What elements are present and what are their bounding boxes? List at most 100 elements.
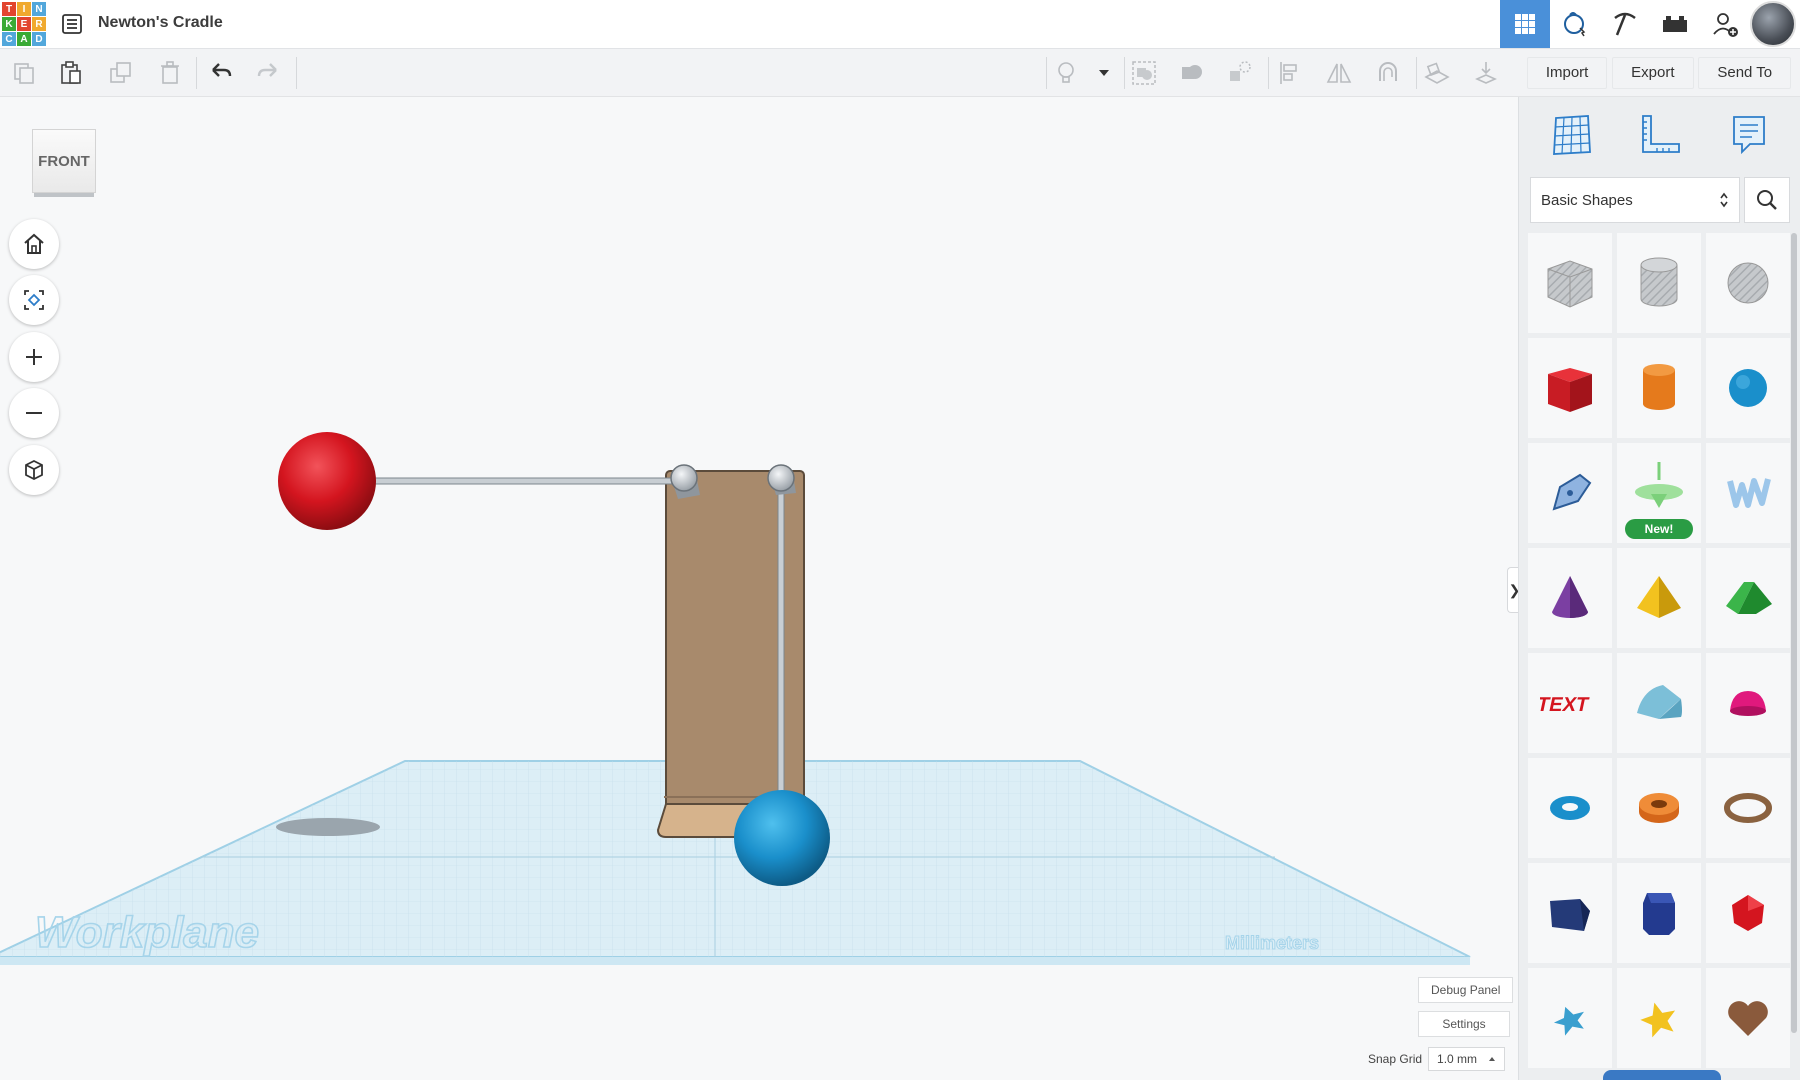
logo-letter: R bbox=[32, 17, 46, 31]
shape-box-hole[interactable] bbox=[1528, 233, 1612, 333]
wooden-stand[interactable] bbox=[656, 470, 810, 838]
dropdown-caret-icon[interactable] bbox=[1088, 57, 1120, 89]
view-cube[interactable]: FRONT bbox=[32, 129, 96, 193]
logo-letter: A bbox=[17, 32, 31, 46]
red-ball-string bbox=[371, 477, 677, 485]
blue-sphere[interactable] bbox=[734, 790, 830, 886]
shape-heart[interactable] bbox=[1706, 968, 1790, 1068]
shape-spinner[interactable]: New! bbox=[1617, 443, 1701, 543]
red-sphere[interactable] bbox=[278, 432, 376, 530]
shape-polygon[interactable] bbox=[1617, 863, 1701, 963]
shape-box[interactable] bbox=[1528, 338, 1612, 438]
notes-icon[interactable] bbox=[1726, 112, 1772, 163]
logo-letter: I bbox=[17, 2, 31, 16]
shape-scribble[interactable] bbox=[1528, 443, 1612, 543]
bricks-icon[interactable] bbox=[1650, 0, 1700, 48]
shape-cone[interactable] bbox=[1528, 548, 1612, 648]
red-ball-shadow bbox=[276, 818, 380, 836]
panel-bottom-button[interactable] bbox=[1603, 1070, 1721, 1080]
scene: Workplane Millimeters bbox=[0, 432, 1471, 965]
shape-wedge[interactable] bbox=[1528, 863, 1612, 963]
shape-sphere-hole[interactable] bbox=[1706, 233, 1790, 333]
logo-letter: C bbox=[2, 32, 16, 46]
shape-generator-text[interactable] bbox=[1706, 443, 1790, 543]
home-icon bbox=[24, 233, 44, 254]
shape-sphere[interactable] bbox=[1706, 338, 1790, 438]
avatar[interactable] bbox=[1750, 1, 1796, 47]
settings-button[interactable]: Settings bbox=[1418, 1011, 1510, 1037]
3d-viewport[interactable]: Workplane Millimeters FRONT Debug Panel … bbox=[0, 97, 1518, 1080]
logo-letter: N bbox=[32, 2, 46, 16]
shape-icosahedron[interactable] bbox=[1706, 863, 1790, 963]
ungroup-icon[interactable] bbox=[1224, 57, 1256, 89]
cube-icon bbox=[25, 459, 43, 481]
shape-star-flat[interactable] bbox=[1528, 968, 1612, 1068]
logo-letter: K bbox=[2, 17, 16, 31]
hand-sim-icon[interactable] bbox=[1550, 0, 1600, 48]
home-view-button[interactable] bbox=[9, 219, 59, 269]
shape-tube[interactable] bbox=[1617, 758, 1701, 858]
toolbar-divider bbox=[1046, 57, 1047, 89]
debug-panel-button[interactable]: Debug Panel bbox=[1418, 977, 1514, 1003]
shape-search-button[interactable] bbox=[1744, 177, 1790, 223]
tinkercad-logo[interactable]: T I N K E R C A D bbox=[2, 2, 46, 46]
shape-pyramid[interactable] bbox=[1617, 548, 1701, 648]
toolbar-divider bbox=[296, 57, 297, 89]
shape-category-select[interactable]: Basic Shapes bbox=[1530, 177, 1740, 223]
copy-icon[interactable] bbox=[8, 57, 40, 89]
units-label: Millimeters bbox=[1225, 933, 1319, 953]
pickaxe-icon[interactable] bbox=[1600, 0, 1650, 48]
shape-cylinder-hole[interactable] bbox=[1617, 233, 1701, 333]
design-list-icon[interactable] bbox=[60, 12, 84, 36]
paste-icon[interactable] bbox=[55, 57, 87, 89]
toolbar-divider bbox=[1268, 57, 1269, 89]
zoom-out-button[interactable] bbox=[9, 388, 59, 438]
3d-design-grid-icon[interactable] bbox=[1500, 0, 1550, 48]
shape-grid: New! TEXT bbox=[1528, 233, 1792, 1068]
snap-grid: Snap Grid 1.0 mm bbox=[1368, 1047, 1506, 1071]
shape-paraboloid[interactable] bbox=[1706, 653, 1790, 753]
shape-text[interactable]: TEXT bbox=[1528, 653, 1612, 753]
solid-hole-icon[interactable] bbox=[1176, 57, 1208, 89]
shape-star[interactable] bbox=[1617, 968, 1701, 1068]
edit-toolbar bbox=[0, 49, 1518, 97]
ruler-icon[interactable] bbox=[1637, 112, 1683, 163]
select-arrows-icon bbox=[1720, 192, 1728, 208]
shape-torus[interactable] bbox=[1528, 758, 1612, 858]
shapes-panel: Basic Shapes New! TEXT bbox=[1518, 97, 1800, 1080]
export-button[interactable]: Export bbox=[1612, 56, 1694, 89]
align-icon[interactable] bbox=[1274, 57, 1306, 89]
perspective-button[interactable] bbox=[9, 445, 59, 495]
import-button[interactable]: Import bbox=[1526, 56, 1608, 89]
undo-icon[interactable] bbox=[205, 57, 237, 89]
toolbar-divider bbox=[1416, 57, 1417, 89]
shape-roof[interactable] bbox=[1706, 548, 1790, 648]
fit-view-button[interactable] bbox=[9, 275, 59, 325]
bulb-icon[interactable] bbox=[1050, 57, 1082, 89]
send-to-button[interactable]: Send To bbox=[1698, 56, 1792, 89]
mirror-icon[interactable] bbox=[1323, 57, 1355, 89]
workplane-label: Workplane bbox=[35, 908, 259, 957]
grid-plane-icon[interactable] bbox=[1548, 112, 1594, 163]
snap-grid-select[interactable]: 1.0 mm bbox=[1428, 1047, 1506, 1071]
group-icon[interactable] bbox=[1128, 57, 1160, 89]
snap-grid-label: Snap Grid bbox=[1368, 1052, 1423, 1066]
panel-scroll-thumb[interactable] bbox=[1791, 233, 1797, 1033]
minus-icon bbox=[26, 412, 42, 414]
shape-category-value: Basic Shapes bbox=[1541, 191, 1633, 209]
shape-half-cylinder[interactable] bbox=[1617, 653, 1701, 753]
duplicate-icon[interactable] bbox=[105, 57, 137, 89]
shape-cylinder[interactable] bbox=[1617, 338, 1701, 438]
delete-icon[interactable] bbox=[154, 57, 186, 89]
panel-view-icons bbox=[1519, 97, 1800, 177]
workplane-icon[interactable] bbox=[1421, 57, 1453, 89]
toolbar-divider bbox=[196, 57, 197, 89]
shape-ring[interactable] bbox=[1706, 758, 1790, 858]
zoom-in-button[interactable] bbox=[9, 332, 59, 382]
toolbar-divider bbox=[1124, 57, 1125, 89]
design-title[interactable]: Newton's Cradle bbox=[98, 14, 223, 32]
drop-icon[interactable] bbox=[1470, 57, 1502, 89]
add-user-icon[interactable] bbox=[1700, 0, 1750, 48]
cruise-icon[interactable] bbox=[1372, 57, 1404, 89]
redo-icon[interactable] bbox=[252, 57, 284, 89]
